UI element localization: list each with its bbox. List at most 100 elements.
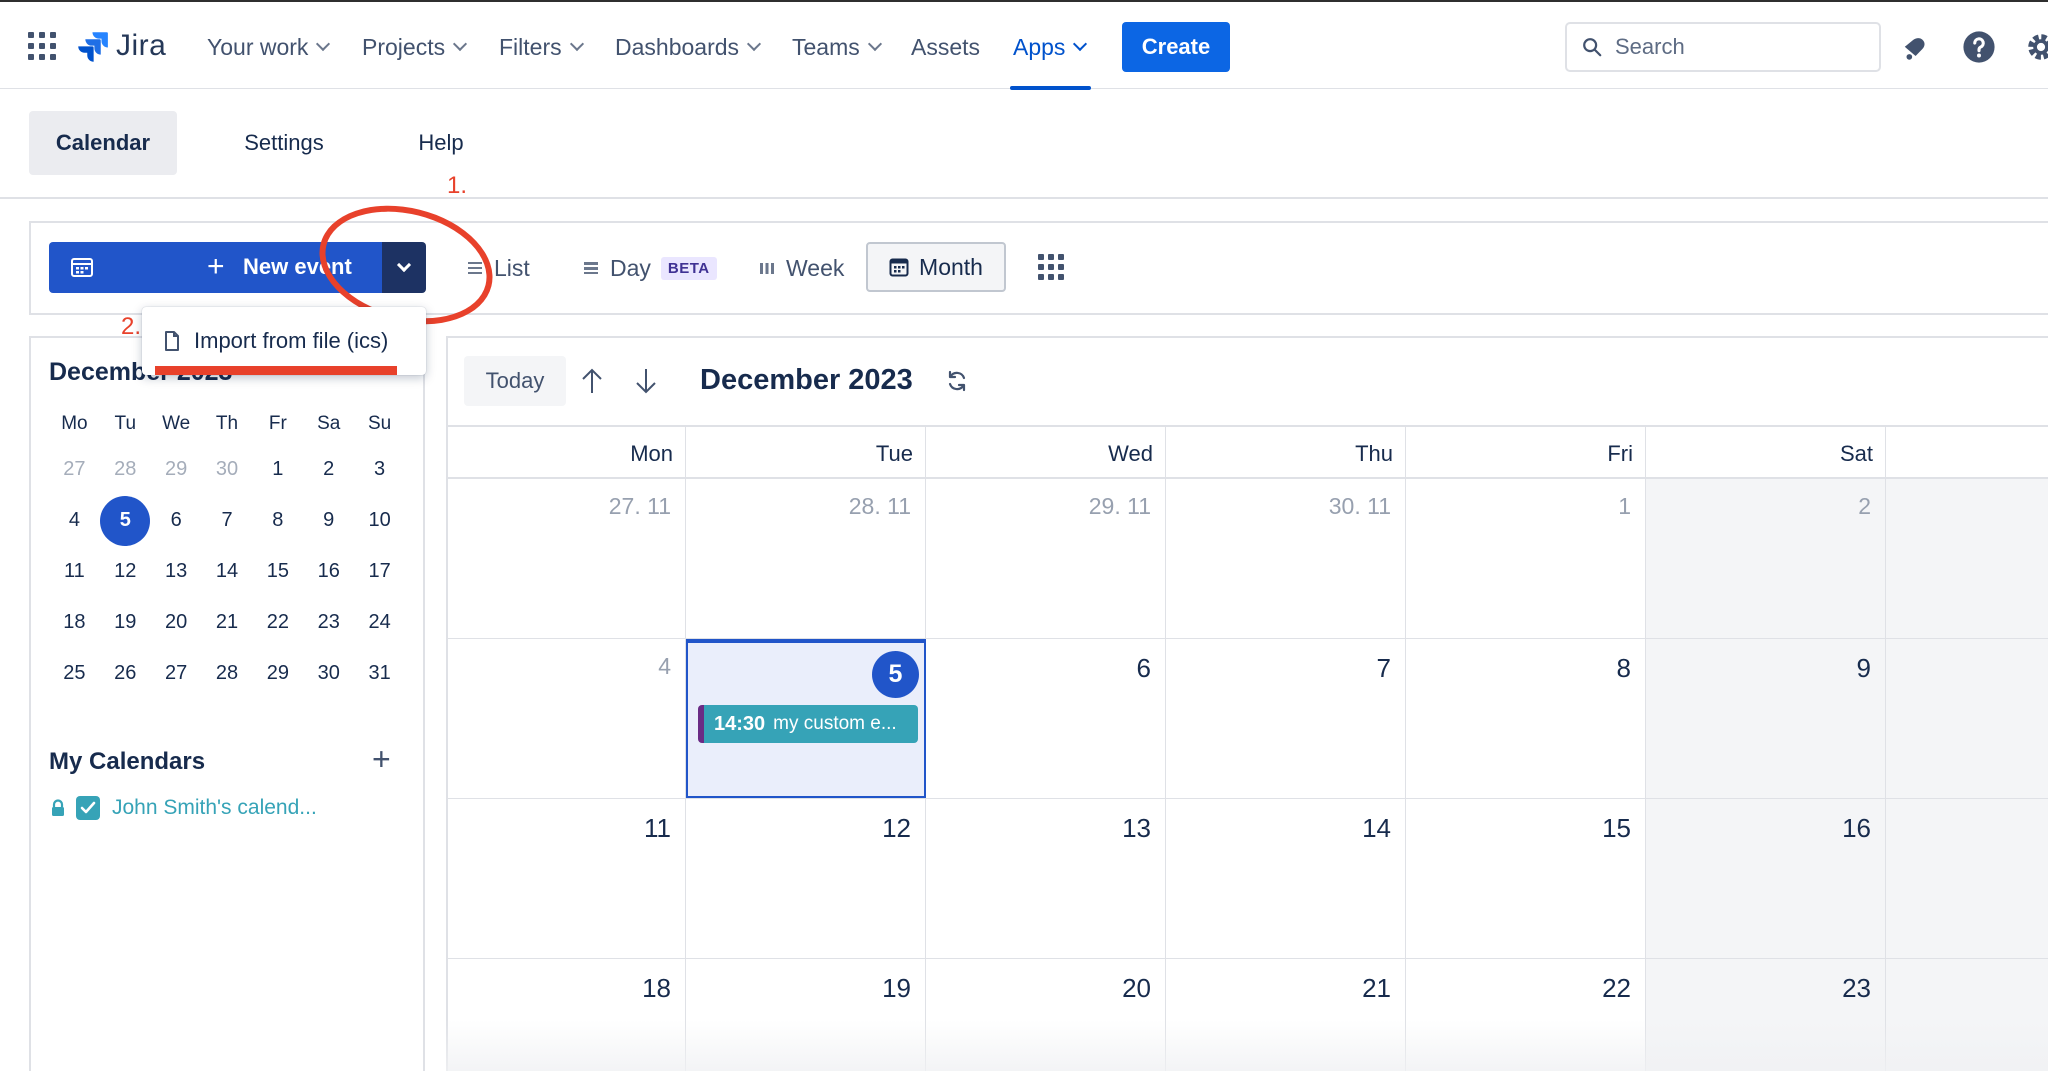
mini-day[interactable]: 29 [252, 662, 303, 685]
day-cell-today[interactable]: 5 14:30 my custom e... [686, 639, 926, 798]
mini-day[interactable]: 31 [354, 662, 405, 685]
nav-teams[interactable]: Teams [792, 30, 882, 64]
day-cell[interactable]: 23 [1646, 959, 1886, 1071]
day-number: 30. 11 [1328, 493, 1391, 519]
calendar-name[interactable]: John Smith's calend... [112, 796, 317, 820]
mini-day[interactable]: 29 [151, 458, 202, 481]
nav-projects[interactable]: Projects [362, 30, 468, 64]
jira-logo[interactable]: Jira [76, 28, 166, 64]
mini-day[interactable]: 23 [303, 611, 354, 634]
mini-day[interactable]: 4 [49, 509, 100, 532]
mini-day[interactable]: 2 [303, 458, 354, 481]
nav-assets[interactable]: Assets [911, 30, 980, 64]
view-day-button[interactable]: Day BETA [582, 244, 717, 292]
mini-day[interactable]: 3 [354, 458, 405, 481]
more-views-grid-icon[interactable] [1038, 254, 1064, 280]
mini-day[interactable]: 14 [202, 560, 253, 583]
mini-day[interactable]: 22 [252, 611, 303, 634]
day-cell[interactable]: 12 [686, 799, 926, 958]
day-cell[interactable]: 15 [1406, 799, 1646, 958]
nav-your-work[interactable]: Your work [207, 30, 331, 64]
add-calendar-button[interactable]: + [372, 743, 391, 775]
import-from-file-menu-item[interactable]: Import from file (ics) [142, 307, 426, 375]
day-cell[interactable]: 11 [446, 799, 686, 958]
week-view-icon [760, 263, 774, 274]
new-event-dropdown-toggle[interactable] [382, 242, 426, 293]
mini-day-today[interactable]: 5 [100, 495, 151, 546]
today-button[interactable]: Today [464, 356, 566, 406]
tab-calendar[interactable]: Calendar [29, 111, 177, 175]
calendar-event[interactable]: 14:30 my custom e... [698, 705, 918, 743]
search-input[interactable] [1615, 34, 1865, 60]
day-cell[interactable]: 9 [1646, 639, 1886, 798]
mini-day[interactable]: 1 [252, 458, 303, 481]
day-cell[interactable]: 28. 11 [686, 479, 926, 638]
view-week-button[interactable]: Week [758, 244, 844, 292]
mini-day[interactable]: 27 [151, 662, 202, 685]
view-list-button[interactable]: List [466, 244, 530, 292]
mini-day[interactable]: 26 [100, 662, 151, 685]
app-switcher-icon[interactable] [28, 32, 56, 60]
day-cell[interactable]: 29. 11 [926, 479, 1166, 638]
mini-day[interactable]: 15 [252, 560, 303, 583]
day-cell[interactable]: 7 [1166, 639, 1406, 798]
tab-help[interactable]: Help [400, 111, 482, 175]
settings-gear-icon[interactable] [2024, 30, 2048, 64]
day-cell[interactable]: 20 [926, 959, 1166, 1071]
day-cell[interactable]: 4 [446, 639, 686, 798]
day-cell[interactable]: 22 [1406, 959, 1646, 1071]
mini-day[interactable]: 13 [151, 560, 202, 583]
nav-dashboards[interactable]: Dashboards [615, 30, 762, 64]
day-cell[interactable]: 16 [1646, 799, 1886, 958]
mini-day[interactable]: 7 [202, 509, 253, 532]
mini-day[interactable]: 24 [354, 611, 405, 634]
mini-day[interactable]: 9 [303, 509, 354, 532]
weekday-header: Tue [686, 427, 926, 477]
calendar-visibility-checkbox[interactable] [76, 796, 100, 820]
mini-day[interactable]: 27 [49, 458, 100, 481]
new-event-button[interactable]: + New event [49, 242, 382, 293]
create-button[interactable]: Create [1122, 22, 1230, 72]
mini-day[interactable]: 25 [49, 662, 100, 685]
calendar-list-item[interactable]: John Smith's calend... [50, 796, 317, 820]
day-cell[interactable]: 1 [1406, 479, 1646, 638]
nav-apps[interactable]: Apps [1013, 30, 1088, 64]
day-cell[interactable]: 14 [1166, 799, 1406, 958]
search-box[interactable] [1565, 22, 1881, 72]
tab-settings[interactable]: Settings [224, 111, 344, 175]
day-number: 23 [1842, 973, 1871, 1003]
mini-day[interactable]: 10 [354, 509, 405, 532]
weekday-header: Wed [926, 427, 1166, 477]
mini-day[interactable]: 28 [100, 458, 151, 481]
refresh-icon[interactable] [945, 369, 969, 393]
day-cell[interactable]: 19 [686, 959, 926, 1071]
arrow-up-icon[interactable] [579, 366, 605, 396]
mini-day[interactable]: 19 [100, 611, 151, 634]
mini-day[interactable]: 21 [202, 611, 253, 634]
mini-day[interactable]: 18 [49, 611, 100, 634]
mini-day[interactable]: 28 [202, 662, 253, 685]
day-cell[interactable]: 18 [446, 959, 686, 1071]
view-month-button[interactable]: Month [866, 242, 1006, 292]
day-cell[interactable]: 13 [926, 799, 1166, 958]
mini-day[interactable]: 6 [151, 509, 202, 532]
mini-day[interactable]: 20 [151, 611, 202, 634]
mini-day[interactable]: 8 [252, 509, 303, 532]
mini-day[interactable]: 12 [100, 560, 151, 583]
day-number: 22 [1602, 973, 1631, 1003]
mini-day[interactable]: 17 [354, 560, 405, 583]
mini-day[interactable]: 11 [49, 560, 100, 583]
day-cell[interactable]: 27. 11 [446, 479, 686, 638]
day-cell[interactable]: 2 [1646, 479, 1886, 638]
day-cell[interactable]: 21 [1166, 959, 1406, 1071]
mini-day[interactable]: 16 [303, 560, 354, 583]
day-cell[interactable]: 8 [1406, 639, 1646, 798]
arrow-down-icon[interactable] [633, 366, 659, 396]
help-icon[interactable] [1962, 30, 1996, 64]
notifications-icon[interactable] [1898, 30, 1932, 64]
day-cell[interactable]: 6 [926, 639, 1166, 798]
nav-filters[interactable]: Filters [499, 30, 584, 64]
mini-day[interactable]: 30 [202, 458, 253, 481]
mini-day[interactable]: 30 [303, 662, 354, 685]
day-cell[interactable]: 30. 11 [1166, 479, 1406, 638]
